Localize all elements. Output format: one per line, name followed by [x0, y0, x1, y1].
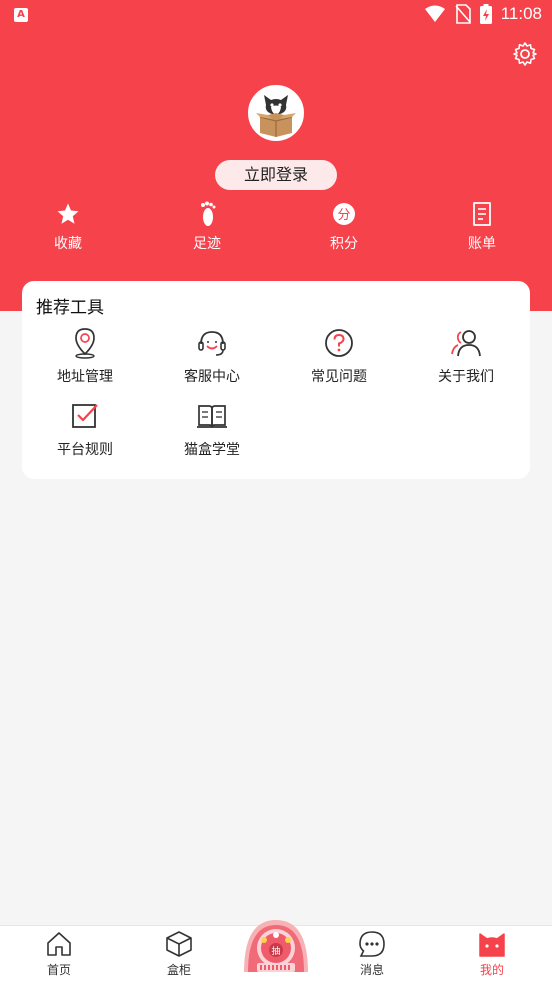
tools-title: 推荐工具	[36, 298, 104, 318]
lottery-badge-text: 抽	[271, 945, 280, 957]
tab-label: 消息	[359, 963, 384, 977]
tool-label: 地址管理	[57, 369, 113, 385]
bill-icon	[473, 202, 491, 226]
tab-messages[interactable]: 消息	[332, 930, 412, 978]
profile-header	[0, 0, 552, 311]
tool-label: 客服中心	[184, 369, 240, 385]
tab-label: 我的	[479, 963, 504, 977]
tool-label: 关于我们	[438, 369, 494, 385]
tool-label: 猫盒学堂	[184, 442, 240, 458]
status-bar: A 11:08	[0, 0, 552, 32]
tool-customer-service[interactable]: 客服中心	[162, 327, 262, 386]
tab-label: 首页	[46, 963, 71, 977]
question-icon	[325, 329, 353, 357]
quick-link-label: 积分	[330, 236, 358, 252]
tab-label: 盒柜	[166, 963, 191, 977]
quick-link-points[interactable]: 分 积分	[304, 200, 384, 253]
tab-home[interactable]: 首页	[19, 930, 99, 978]
tool-faq[interactable]: 常见问题	[289, 327, 389, 386]
quick-link-label: 账单	[468, 236, 496, 252]
no-sim-icon	[455, 4, 471, 24]
tool-academy[interactable]: 猫盒学堂	[162, 400, 262, 459]
app-notification-icon: A	[14, 8, 28, 22]
checkbox-icon	[72, 404, 98, 428]
star-icon	[57, 203, 79, 224]
login-button[interactable]: 立即登录	[215, 160, 337, 190]
footprint-icon	[201, 201, 216, 226]
status-time: 11:08	[500, 4, 542, 23]
headset-icon	[198, 331, 226, 356]
gear-icon[interactable]	[512, 41, 538, 67]
tool-address[interactable]: 地址管理	[35, 327, 135, 386]
cat-icon	[479, 933, 505, 957]
box-icon	[166, 931, 192, 957]
status-indicators: 11:08	[424, 4, 542, 24]
quick-link-favorites[interactable]: 收藏	[28, 200, 108, 253]
battery-icon	[479, 4, 492, 24]
book-icon	[197, 405, 227, 428]
points-badge-text: 分	[337, 208, 350, 223]
tool-platform-rules[interactable]: 平台规则	[35, 400, 135, 459]
quick-link-label: 收藏	[54, 236, 82, 252]
points-icon: 分	[333, 203, 355, 225]
lottery-wheel-icon[interactable]: 抽	[241, 918, 311, 973]
tab-mine[interactable]: 我的	[452, 930, 532, 978]
quick-link-label: 足迹	[193, 236, 221, 252]
location-icon	[75, 328, 95, 359]
tools-card: 推荐工具 地址管理 客服中心 常见问题 关于我们 平台规则 猫盒学堂	[22, 281, 530, 479]
cat-in-box-avatar-icon	[250, 87, 302, 139]
tool-label: 平台规则	[57, 442, 113, 458]
people-icon	[451, 330, 481, 357]
tool-label: 常见问题	[311, 369, 367, 385]
quick-link-bill[interactable]: 账单	[442, 200, 522, 253]
chat-icon	[359, 931, 385, 957]
home-icon	[47, 932, 71, 956]
tab-box-cabinet[interactable]: 盒柜	[139, 930, 219, 978]
quick-link-footprints[interactable]: 足迹	[167, 200, 247, 253]
avatar[interactable]	[248, 85, 304, 141]
wifi-icon	[424, 5, 445, 22]
tool-about-us[interactable]: 关于我们	[416, 327, 516, 386]
